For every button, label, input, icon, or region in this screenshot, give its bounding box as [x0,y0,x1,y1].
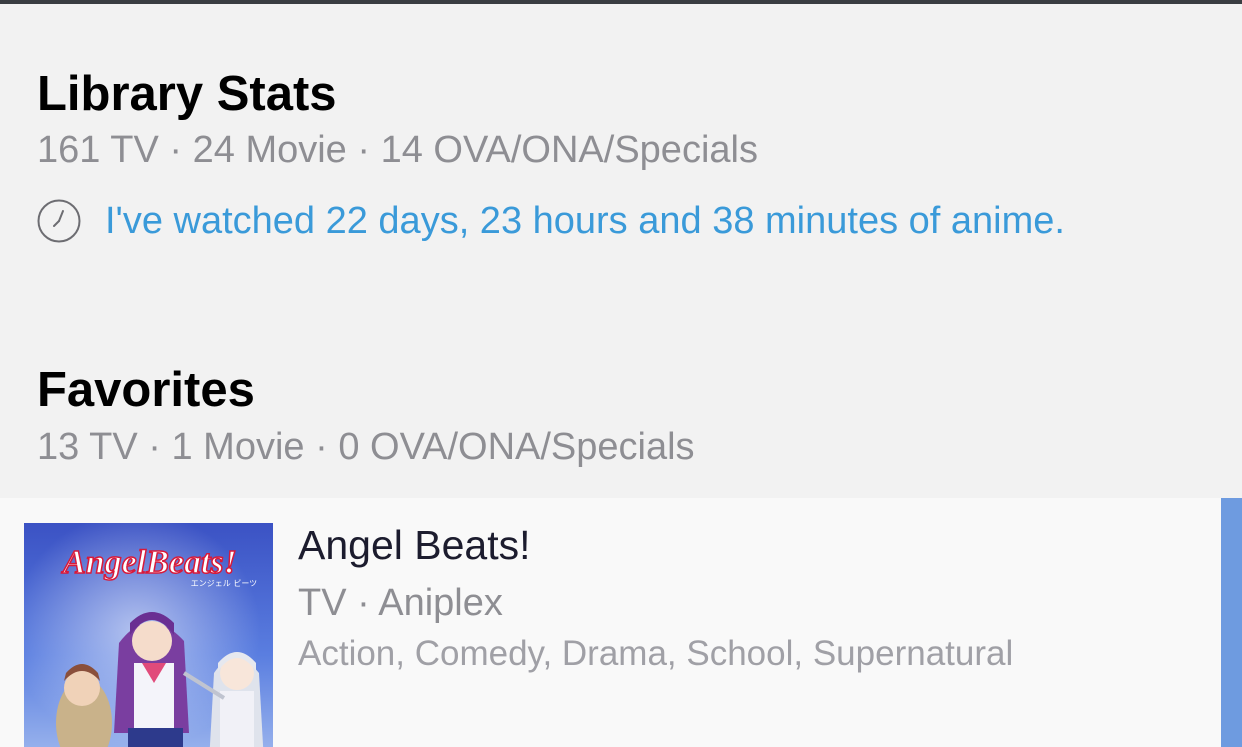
separator: · [148,426,161,468]
anime-title: Angel Beats! [298,522,531,568]
anime-studio: Aniplex [378,582,503,624]
favorites-movie-count: 1 Movie [171,426,305,468]
clock-icon [37,199,81,243]
top-bar [0,0,1242,4]
library-stats-title: Library Stats [37,67,337,121]
favorites-title: Favorites [37,363,255,417]
library-stats-counts: 161 TV · 24 Movie · 14 OVA/ONA/Specials [37,131,758,169]
favorites-counts: 13 TV · 1 Movie · 0 OVA/ONA/Specials [37,428,695,466]
favorites-tv-count: 13 TV [37,426,138,468]
card-accent-bar [1221,498,1242,747]
favorite-anime-card[interactable]: AngelBeats! エンジェル ビーツ Angel Beats! TV · … [0,498,1242,747]
cover-logo: AngelBeats! [61,544,237,581]
separator: · [315,426,328,468]
anime-genres: Action, Comedy, Drama, School, Supernatu… [298,634,1014,673]
anime-meta: TV · Aniplex [298,584,503,622]
library-movie-count: 24 Movie [192,129,347,171]
anime-type: TV [298,582,347,624]
separator: · [169,129,183,171]
separator: · [357,582,370,624]
watch-time-row[interactable]: I've watched 22 days, 23 hours and 38 mi… [37,198,1065,244]
library-ova-count: 14 OVA/ONA/Specials [380,129,758,171]
anime-cover-image: AngelBeats! エンジェル ビーツ [24,523,273,747]
library-tv-count: 161 TV [37,129,159,171]
cover-logo-jp: エンジェル ビーツ [191,579,257,588]
separator: · [357,129,371,171]
favorites-ova-count: 0 OVA/ONA/Specials [338,426,695,468]
watch-time-link[interactable]: I've watched 22 days, 23 hours and 38 mi… [105,202,1065,240]
